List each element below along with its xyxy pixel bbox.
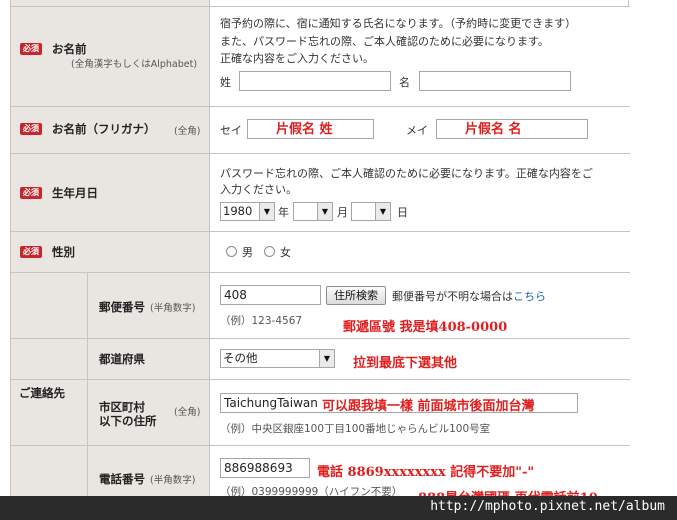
sei-kana-input[interactable]: 片假名 姓 [247, 119, 374, 139]
male-label: 男 [242, 246, 253, 259]
required-badge: 必須 [20, 187, 42, 199]
mei-kana-input[interactable]: 片假名 名 [436, 119, 588, 139]
name-note-1: 宿予約の際に、宿に通知する氏名になります。（予約時に変更できます） [220, 17, 577, 30]
name-label: お名前 [52, 42, 87, 56]
postal-unknown-label: 郵便番号が不明な場合は [392, 290, 513, 303]
top-row-stub [11, 0, 630, 7]
birth-year-select[interactable]: 1980 ▼ [220, 202, 275, 221]
birthdate-note-1: パスワード忘れの際、ご本人確認のために必要になります。正確な内容をご [220, 167, 593, 180]
chevron-down-icon: ▼ [375, 203, 390, 220]
prefecture-value-cell: その他 ▼ 拉到最底下選其他 [210, 339, 630, 379]
phone-sublabel: (半角数字) [150, 475, 196, 486]
postal-label: 郵便番号 [99, 300, 145, 314]
gender-row: 必須 性別 男 女 [11, 232, 630, 273]
mei-label: 名 [399, 76, 410, 89]
city-value-cell: TaichungTaiwan 可以跟我填一樣 前面城市後面加台灣 （例）中央区銀… [210, 380, 630, 445]
birthdate-row: 必須 生年月日 パスワード忘れの際、ご本人確認のために必要になります。正確な内容… [11, 154, 630, 232]
address-search-button[interactable]: 住所検索 [326, 286, 386, 305]
city-label-cell: 市区町村 以下の住所 (全角) [88, 380, 210, 445]
prefecture-label-cell: 都道府県 [88, 339, 210, 379]
kana-label: お名前（フリガナ） [52, 122, 156, 136]
postal-value-cell: 408 住所検索 郵便番号が不明な場合はこちら （例）123-4567 郵遞區號… [210, 273, 630, 338]
prefecture-row: 都道府県 その他 ▼ 拉到最底下選其他 [11, 339, 630, 380]
day-unit: 日 [397, 206, 408, 219]
birth-month-select[interactable]: ▼ [293, 202, 333, 221]
postal-unknown-text: 郵便番号が不明な場合はこちら [392, 288, 546, 304]
city-label-line2: 以下の住所 [99, 414, 157, 428]
sei-label: 姓 [220, 76, 231, 89]
sei-input[interactable] [239, 71, 391, 91]
postal-label-cell: 郵便番号 (半角数字) [88, 273, 210, 338]
phone-input[interactable]: 886988693 [220, 458, 310, 478]
female-radio[interactable] [264, 246, 275, 257]
name-note-3: 正確な内容をご入力ください。 [220, 52, 374, 65]
city-sublabel: (全角) [174, 407, 201, 418]
required-badge: 必須 [20, 246, 42, 258]
postal-input[interactable]: 408 [220, 285, 321, 305]
gender-label: 性別 [52, 245, 75, 259]
kana-label-cell: 必須 お名前（フリガナ） (全角) [11, 107, 210, 153]
city-example: （例）中央区銀座100丁目100番地じゃらんビル100号室 [220, 423, 491, 435]
name-value-cell: 宿予約の際に、宿に通知する氏名になります。（予約時に変更できます） また、パスワ… [210, 7, 630, 106]
year-unit: 年 [278, 206, 289, 219]
prefecture-value: その他 [223, 351, 258, 365]
birthdate-label-cell: 必須 生年月日 [11, 154, 210, 231]
city-annotation: 可以跟我填一樣 前面城市後面加台灣 [322, 399, 535, 414]
name-row: 必須 お名前 (全角漢字もしくはAlphabet) 宿予約の際に、宿に通知する氏… [11, 7, 630, 107]
mei-input[interactable] [419, 71, 571, 91]
birth-year-value: 1980 [223, 204, 253, 218]
kana-sublabel: (全角) [174, 126, 201, 137]
gender-value-cell: 男 女 [210, 232, 630, 272]
sei-kana-annotation: 片假名 姓 [276, 122, 333, 137]
name-sublabel: (全角漢字もしくはAlphabet) [71, 59, 198, 70]
watermark-text: http://mphoto.pixnet.net/album [430, 499, 665, 514]
name-label-cell: 必須 お名前 (全角漢字もしくはAlphabet) [11, 7, 210, 106]
phone-label: 電話番号 [99, 472, 145, 486]
birthdate-value-cell: パスワード忘れの際、ご本人確認のために必要になります。正確な内容をご 入力くださ… [210, 154, 630, 231]
mei-kana-annotation: 片假名 名 [465, 122, 522, 137]
sei-kana-label: セイ [220, 124, 242, 137]
birth-day-select[interactable]: ▼ [351, 202, 391, 221]
kana-value-cell: セイ 片假名 姓 メイ 片假名 名 [210, 107, 630, 153]
postal-help-link[interactable]: こちら [513, 290, 546, 303]
postal-example: （例）123-4567 [220, 315, 303, 327]
postal-annotation: 郵遞區號 我是填408-0000 [343, 320, 508, 335]
postal-row: 郵便番号 (半角数字) 408 住所検索 郵便番号が不明な場合はこちら （例）1… [11, 273, 630, 339]
male-radio[interactable] [226, 246, 237, 257]
chevron-down-icon: ▼ [319, 350, 334, 367]
birthdate-label: 生年月日 [52, 186, 98, 200]
mei-kana-label: メイ [406, 124, 428, 137]
prefecture-select[interactable]: その他 ▼ [220, 349, 335, 368]
postal-sublabel: (半角数字) [150, 303, 196, 314]
registration-form: 必須 お名前 (全角漢字もしくはAlphabet) 宿予約の際に、宿に通知する氏… [10, 0, 630, 506]
contact-group: ご連絡先 郵便番号 (半角数字) 408 住所検索 郵便番号が不明な場合はこちら… [11, 273, 630, 506]
phone-annotation: 電話 8869xxxxxxxx 記得不要加"-" [317, 465, 535, 480]
chevron-down-icon: ▼ [259, 203, 274, 220]
prefecture-label: 都道府県 [99, 352, 145, 366]
birthdate-note-2: 入力ください。 [220, 183, 297, 196]
prefecture-annotation: 拉到最底下選其他 [353, 356, 458, 371]
required-badge: 必須 [20, 43, 42, 55]
kana-row: 必須 お名前（フリガナ） (全角) セイ 片假名 姓 メイ 片假名 名 [11, 107, 630, 154]
chevron-down-icon: ▼ [317, 203, 332, 220]
female-label: 女 [280, 246, 291, 259]
city-row: 市区町村 以下の住所 (全角) TaichungTaiwan 可以跟我填一樣 前… [11, 380, 630, 446]
month-unit: 月 [337, 206, 348, 219]
gender-label-cell: 必須 性別 [11, 232, 210, 272]
required-badge: 必須 [20, 123, 42, 135]
name-note-2: また、パスワード忘れの際、ご本人確認のために必要になります。 [220, 35, 549, 48]
